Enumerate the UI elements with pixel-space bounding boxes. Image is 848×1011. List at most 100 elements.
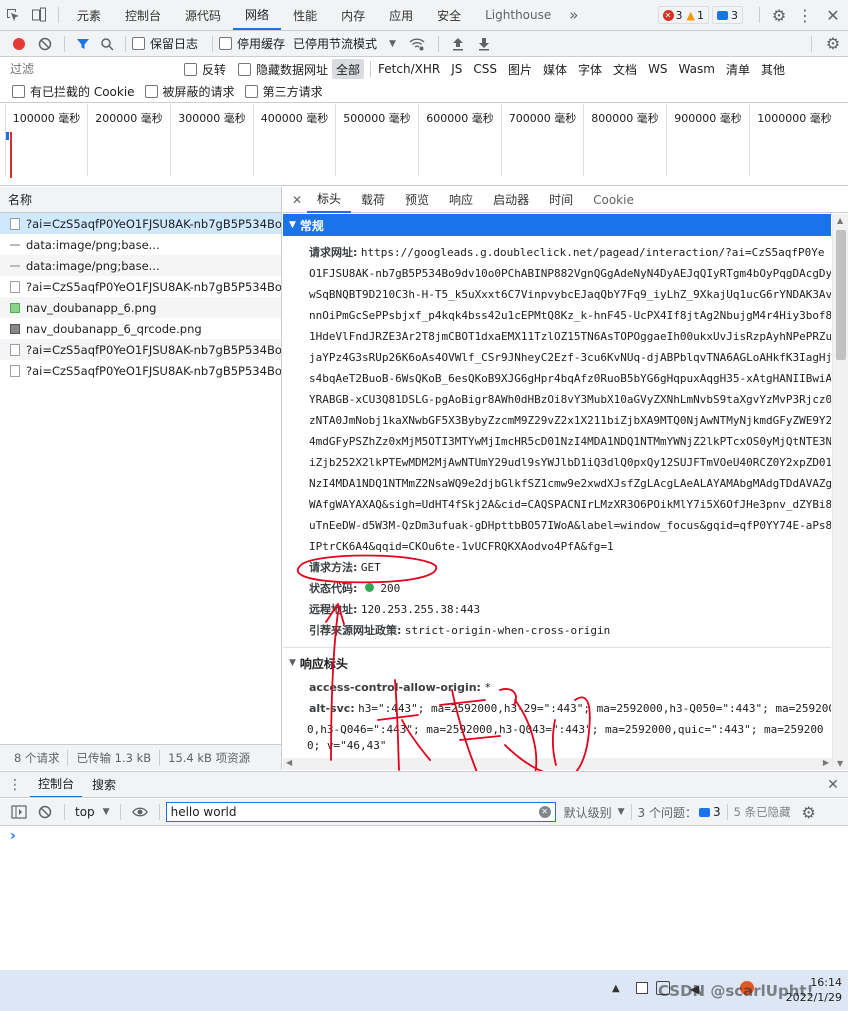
request-row[interactable]: ?ai=CzS5aqfP0YeO1FJSU8AK-nb7gB5P534Bo... [0,339,281,360]
filter-icon[interactable] [71,37,95,51]
name-column-header[interactable]: 名称 [0,187,281,213]
tab-response[interactable]: 响应 [439,187,483,213]
blocked-cookies-checkbox[interactable] [12,85,25,98]
inspect-element-icon[interactable] [0,0,26,30]
drawer-tabbar: ⋮ 控制台 搜索 ✕ [0,771,848,798]
scroll-right-icon[interactable]: ▶ [823,758,829,767]
console-filter-box: ✕ [165,802,556,822]
tab-headers[interactable]: 标头 [307,187,352,213]
type-filter-manifest[interactable]: 清单 [722,59,754,79]
error-warning-badge[interactable]: ✕ 3 ▲ 1 [657,6,709,24]
tab-sources[interactable]: 源代码 [173,0,233,30]
type-filter-fetch-xhr[interactable]: Fetch/XHR [374,59,444,79]
drawer-menu-icon[interactable]: ⋮ [0,777,30,793]
type-filter-css[interactable]: CSS [469,59,501,79]
console-output[interactable]: › [0,826,848,970]
tray-chevron-icon[interactable]: ▲ [612,983,620,994]
tab-network[interactable]: 网络 [233,0,282,30]
scroll-up-icon[interactable]: ▲ [837,216,843,225]
type-filter-img[interactable]: 图片 [504,59,536,79]
request-row[interactable]: ?ai=CzS5aqfP0YeO1FJSU8AK-nb7gB5P534Bo... [0,276,281,297]
timeline-tick: 100000 毫秒 [5,104,87,176]
clear-icon[interactable] [32,37,58,51]
response-headers-section-header[interactable]: ▼ 响应标头 [283,652,831,674]
request-row[interactable]: data:image/png;base... [0,255,281,276]
type-filter-wasm[interactable]: Wasm [675,59,719,79]
close-icon[interactable]: ✕ [818,6,848,25]
gear-icon[interactable]: ⚙ [766,6,792,25]
scroll-left-icon[interactable]: ◀ [286,758,292,767]
preserve-log-checkbox[interactable] [132,37,145,50]
tab-cookies[interactable]: Cookie [583,187,644,213]
request-row[interactable]: nav_doubanapp_6_qrcode.png [0,318,281,339]
scroll-down-icon[interactable]: ▼ [837,759,843,768]
context-select[interactable]: top ▼ [71,805,114,819]
remote-address-row: 远程地址: 120.253.255.38:443 [283,599,831,620]
upload-har-icon[interactable] [445,37,471,51]
tab-payload[interactable]: 载荷 [351,187,395,213]
scrollbar-thumb[interactable] [836,230,846,360]
alt-svc-header-row: alt-svc: h3=":443"; ma=2592000,h3-29=":4… [283,698,831,719]
request-row[interactable]: ?ai=CzS5aqfP0YeO1FJSU8AK-nb7gB5P534Bo... [0,213,281,234]
tab-memory[interactable]: 内存 [329,0,377,30]
blocked-requests-checkbox[interactable] [144,85,158,98]
tab-performance[interactable]: 性能 [281,0,329,30]
tab-console[interactable]: 控制台 [113,0,173,30]
close-drawer-icon[interactable]: ✕ [818,777,848,793]
type-filter-js[interactable]: JS [447,59,466,79]
record-button[interactable] [6,37,32,50]
sidebar-toggle-icon[interactable] [6,805,32,819]
network-settings-gear-icon[interactable]: ⚙ [818,34,848,53]
more-tabs-button[interactable]: » [563,6,584,24]
console-filter-input[interactable] [166,805,527,819]
disable-cache-checkbox[interactable] [219,37,233,50]
clear-filter-icon[interactable]: ✕ [538,806,551,818]
clear-console-icon[interactable] [32,805,58,819]
download-har-icon[interactable] [471,37,497,51]
tab-application[interactable]: 应用 [377,0,425,30]
response-headers-title: 响应标头 [299,656,348,671]
device-toolbar-icon[interactable] [26,0,52,30]
type-filter-doc[interactable]: 文档 [609,59,641,79]
request-row[interactable]: nav_doubanapp_6.png [0,297,281,318]
tab-preview[interactable]: 预览 [395,187,439,213]
type-filter-font[interactable]: 字体 [574,59,606,79]
drawer-tab-search[interactable]: 搜索 [82,772,126,797]
hide-data-urls-checkbox[interactable] [238,62,252,76]
issues-count: 3 [712,805,721,819]
issues-button[interactable]: 3 个问题： 3 [638,804,721,821]
close-details-icon[interactable]: ✕ [287,193,307,207]
log-levels-select[interactable]: 默认级别 ▼ [564,804,625,821]
request-url-line: IPtrCK6A4&qqid=CKOu6te-1vUCFRQKXAodvo4Pf… [309,540,614,553]
type-filter-ws[interactable]: WS [644,59,671,79]
details-hscrollbar[interactable]: ◀ ▶ [283,758,832,770]
tab-initiator[interactable]: 启动器 [483,187,539,213]
messages-badge[interactable]: 3 [712,6,743,24]
general-section-header[interactable]: ▼ 常规 [283,214,831,236]
filter-input[interactable] [6,59,176,79]
search-icon[interactable] [95,37,119,51]
throttling-value: 已停用节流模式 [293,37,378,51]
more-options-icon[interactable]: ⋮ [792,6,818,25]
type-filter-other[interactable]: 其他 [757,59,789,79]
eye-icon[interactable] [127,806,153,818]
request-row[interactable]: ?ai=CzS5aqfP0YeO1FJSU8AK-nb7gB5P534Bo... [0,360,281,381]
tab-timing[interactable]: 时间 [539,187,583,213]
tab-security[interactable]: 安全 [425,0,473,30]
tab-lighthouse[interactable]: Lighthouse [473,0,563,30]
acao-header-row: access-control-allow-origin: * [283,677,831,698]
overview-timeline[interactable]: 100000 毫秒 200000 毫秒 300000 毫秒 400000 毫秒 … [0,104,848,186]
throttling-select[interactable]: 已停用节流模式 ▼ [293,35,396,52]
request-row[interactable]: data:image/png;base... [0,234,281,255]
ime-icon[interactable] [636,982,648,994]
network-conditions-icon[interactable] [402,37,432,51]
invert-checkbox[interactable] [184,62,197,76]
third-party-checkbox[interactable] [244,85,258,98]
type-filter-all[interactable]: 全部 [332,59,365,79]
details-scrollbar[interactable]: ▲ ▼ [832,214,848,770]
remote-address-label: 远程地址: [309,603,358,616]
tab-elements[interactable]: 元素 [65,0,113,30]
drawer-tab-console[interactable]: 控制台 [30,772,83,797]
type-filter-media[interactable]: 媒体 [539,59,571,79]
console-settings-gear-icon[interactable]: ⚙ [795,803,823,822]
